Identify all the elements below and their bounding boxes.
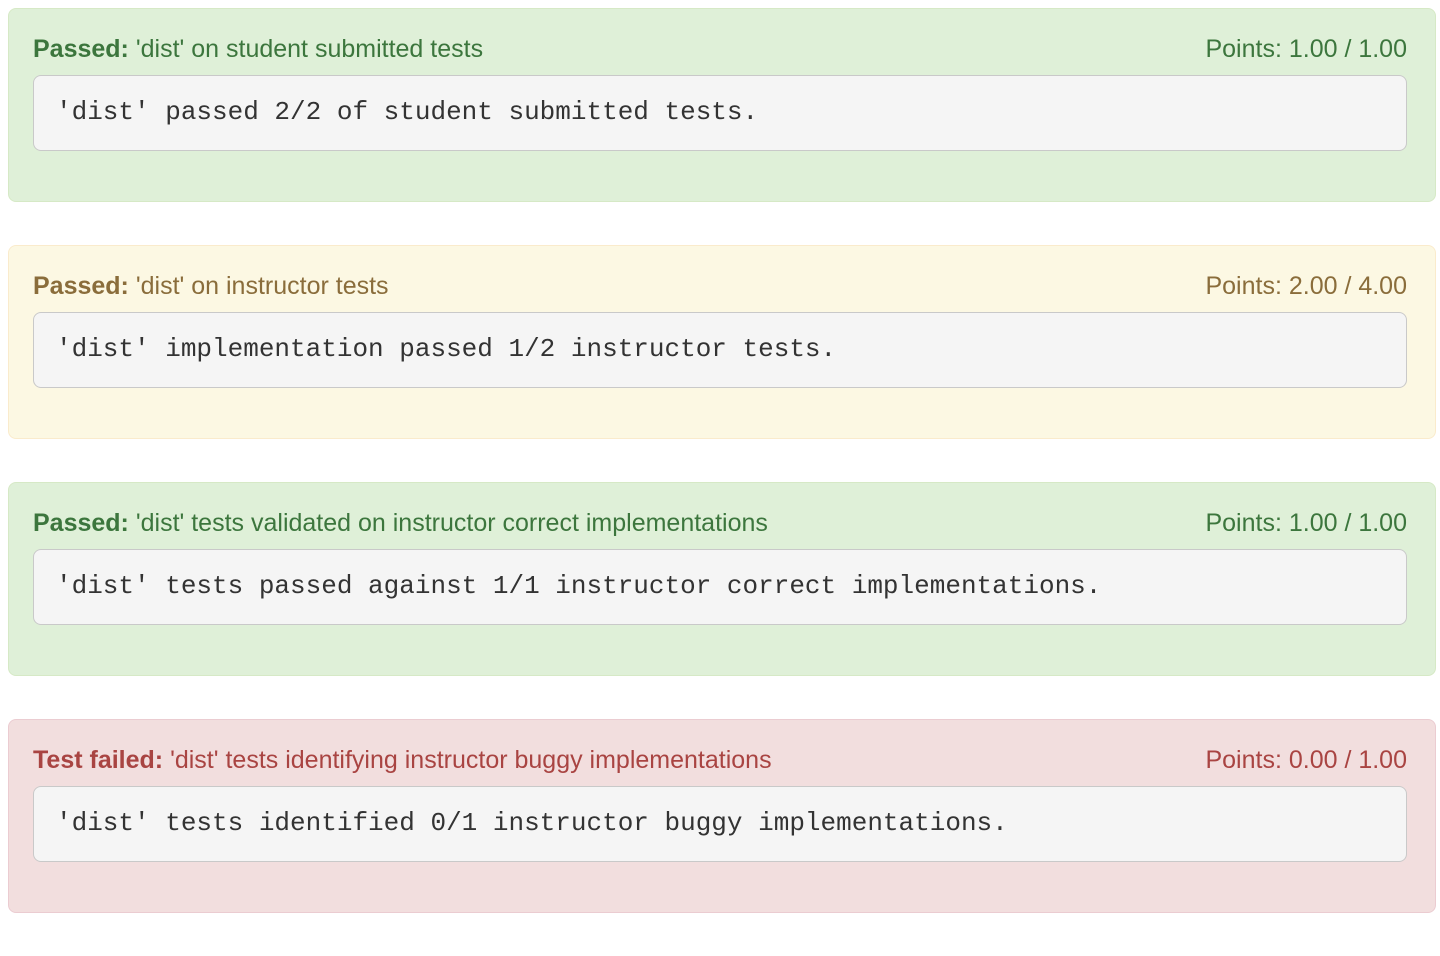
result-panel-tests-validated: Passed: 'dist' tests validated on instru… <box>8 482 1436 676</box>
test-title: Test failed: 'dist' tests identifying in… <box>33 745 772 775</box>
result-panel-buggy-implementations: Test failed: 'dist' tests identifying in… <box>8 719 1436 913</box>
result-header: Passed: 'dist' on instructor tests Point… <box>33 271 1407 301</box>
result-header: Passed: 'dist' tests validated on instru… <box>33 508 1407 538</box>
test-title-text: 'dist' tests validated on instructor cor… <box>136 509 768 537</box>
test-output-block: 'dist' tests passed against 1/1 instruct… <box>33 549 1407 625</box>
points-value: Points: 0.00 / 1.00 <box>1205 745 1407 775</box>
test-title-text: 'dist' on instructor tests <box>136 272 389 300</box>
points-value: Points: 2.00 / 4.00 <box>1205 271 1407 301</box>
result-header: Test failed: 'dist' tests identifying in… <box>33 745 1407 775</box>
test-output-block: 'dist' tests identified 0/1 instructor b… <box>33 786 1407 862</box>
test-title-text: 'dist' on student submitted tests <box>136 35 483 63</box>
test-title-text: 'dist' tests identifying instructor bugg… <box>170 746 772 774</box>
status-label: Passed: <box>33 272 129 300</box>
result-panel-student-tests: Passed: 'dist' on student submitted test… <box>8 8 1436 202</box>
result-panel-instructor-tests: Passed: 'dist' on instructor tests Point… <box>8 245 1436 439</box>
autograder-results: Passed: 'dist' on student submitted test… <box>8 8 1436 913</box>
status-label: Test failed: <box>33 746 163 774</box>
status-label: Passed: <box>33 35 129 63</box>
test-output-block: 'dist' implementation passed 1/2 instruc… <box>33 312 1407 388</box>
status-label: Passed: <box>33 509 129 537</box>
result-header: Passed: 'dist' on student submitted test… <box>33 34 1407 64</box>
test-title: Passed: 'dist' on student submitted test… <box>33 34 483 64</box>
test-title: Passed: 'dist' tests validated on instru… <box>33 508 768 538</box>
test-output-block: 'dist' passed 2/2 of student submitted t… <box>33 75 1407 151</box>
test-title: Passed: 'dist' on instructor tests <box>33 271 389 301</box>
points-value: Points: 1.00 / 1.00 <box>1205 34 1407 64</box>
points-value: Points: 1.00 / 1.00 <box>1205 508 1407 538</box>
